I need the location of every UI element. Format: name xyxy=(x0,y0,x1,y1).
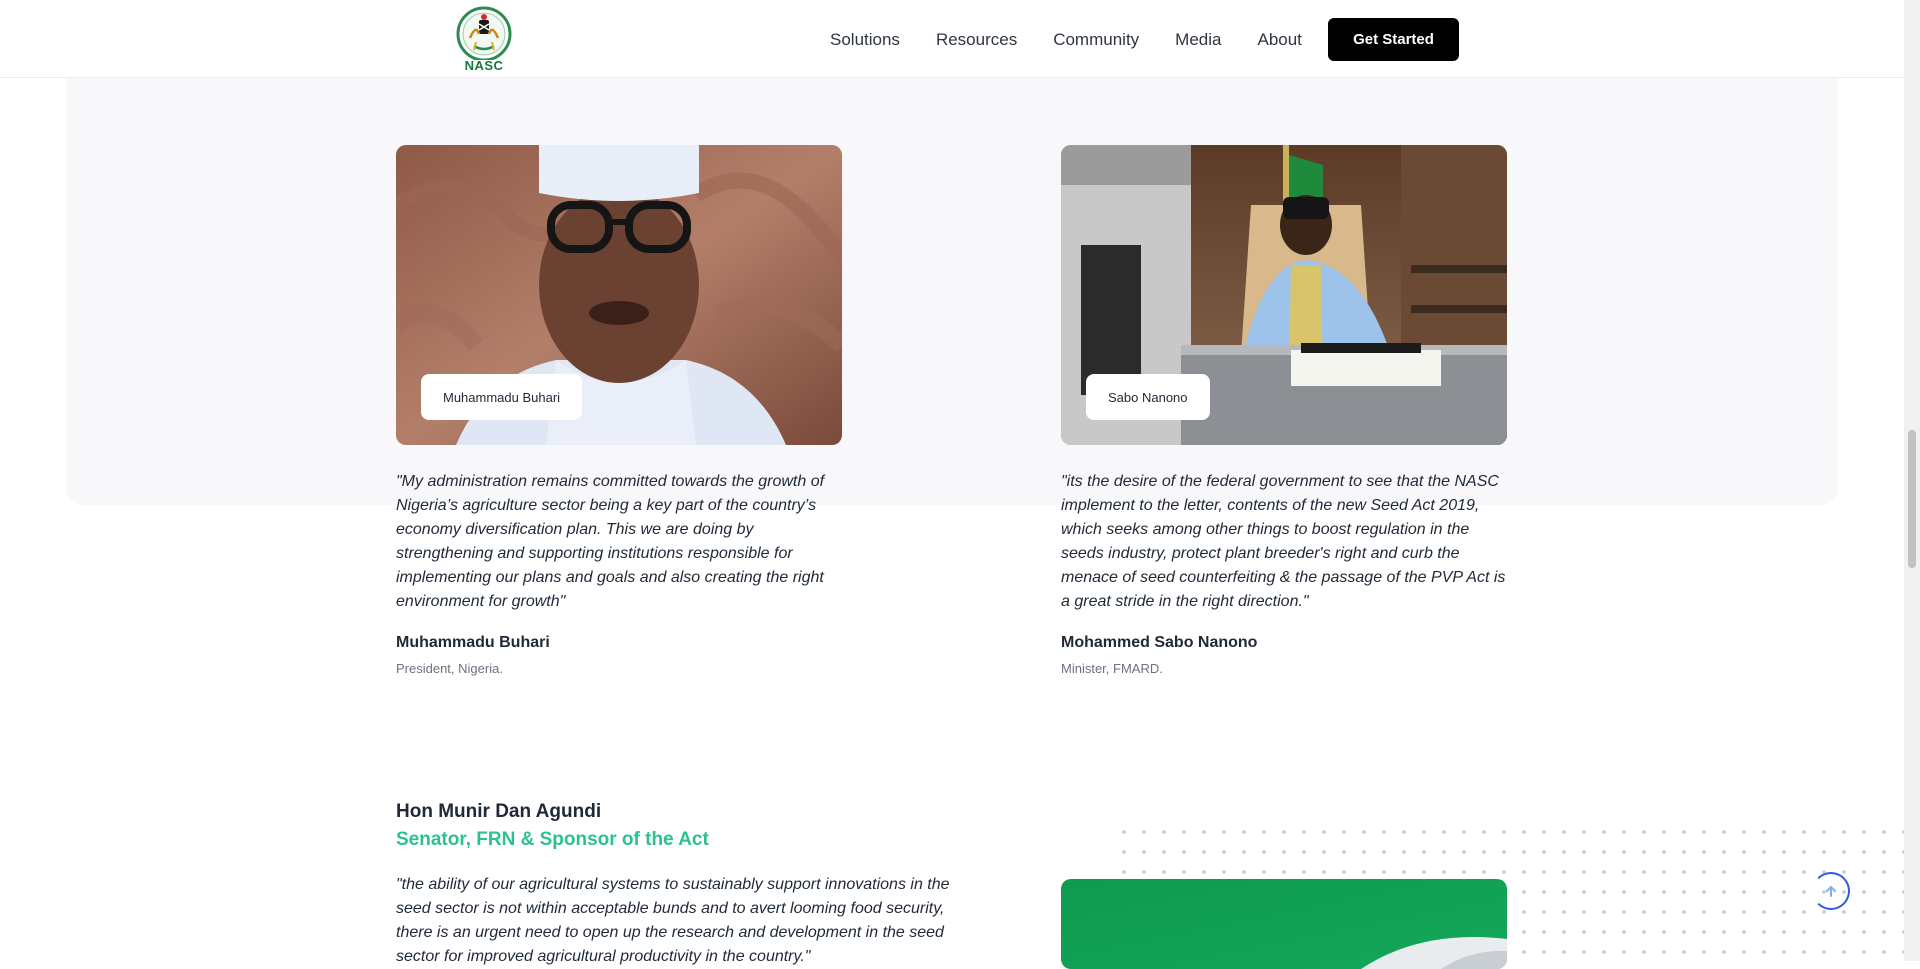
person-role: Minister, FMARD. xyxy=(1061,661,1163,676)
testimonial-quote: "My administration remains committed tow… xyxy=(396,473,825,610)
sponsor-section: Hon Munir Dan Agundi Senator, FRN & Spon… xyxy=(396,801,956,969)
nav-solutions[interactable]: Solutions xyxy=(830,30,900,50)
name-chip: Sabo Nanono xyxy=(1086,374,1210,420)
sponsor-photo xyxy=(1061,879,1507,969)
portrait-photo-buhari: Muhammadu Buhari xyxy=(396,145,842,445)
scroll-to-top-button[interactable] xyxy=(1812,872,1850,910)
nav-about[interactable]: About xyxy=(1257,30,1301,50)
site-header: NASC Solutions Resources Community Media… xyxy=(0,0,1904,78)
sponsor-name: Hon Munir Dan Agundi xyxy=(396,801,602,822)
scrollbar-thumb[interactable] xyxy=(1908,430,1916,568)
nav-media[interactable]: Media xyxy=(1175,30,1221,50)
get-started-button[interactable]: Get Started xyxy=(1328,18,1459,61)
person-role: President, Nigeria. xyxy=(396,661,503,676)
person-name: Muhammadu Buhari xyxy=(396,634,550,651)
testimonials-background xyxy=(66,77,1838,505)
arrow-up-icon xyxy=(1826,885,1836,897)
sponsor-title: Senator, FRN & Sponsor of the Act xyxy=(396,829,709,850)
nav-resources[interactable]: Resources xyxy=(936,30,1017,50)
nav-community[interactable]: Community xyxy=(1053,30,1139,50)
page-scrollbar[interactable] xyxy=(1904,0,1920,961)
person-name: Mohammed Sabo Nanono xyxy=(1061,634,1258,651)
portrait-photo-nanono: Sabo Nanono xyxy=(1061,145,1507,445)
main-nav: Solutions Resources Community Media Abou… xyxy=(830,18,1338,62)
nasc-logo[interactable]: NASC xyxy=(452,4,516,73)
logo-text: NASC xyxy=(464,58,504,73)
testimonial-quote: "its the desire of the federal governmen… xyxy=(1061,473,1506,610)
name-chip: Muhammadu Buhari xyxy=(421,374,583,420)
nasc-coat-of-arms-icon xyxy=(456,6,512,62)
testimonial-card-nanono: Sabo Nanono "its the desire of the feder… xyxy=(1061,145,1507,676)
sponsor-image xyxy=(1061,879,1507,969)
testimonial-card-buhari: Muhammadu Buhari "My administration rema… xyxy=(396,145,842,676)
sponsor-quote: "the ability of our agricultural systems… xyxy=(396,876,950,965)
